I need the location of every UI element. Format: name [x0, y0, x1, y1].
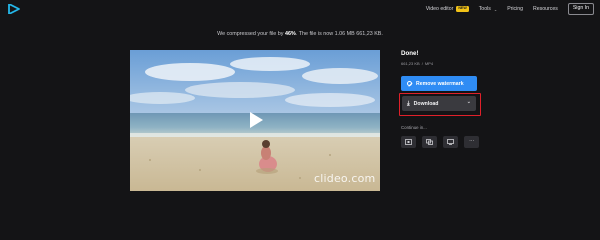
continue-tools: ··· [401, 136, 479, 148]
remove-watermark-label: Remove watermark [416, 80, 464, 87]
nav-tools-label: Tools [478, 6, 491, 12]
result-panel: Done! 661,23 KB / MP4 Remove watermark ⤓… [399, 50, 481, 148]
play-icon[interactable] [248, 112, 264, 128]
more-tools-button[interactable]: ··· [464, 136, 479, 148]
logo-icon[interactable] [8, 4, 20, 14]
new-badge: NEW [456, 6, 469, 12]
file-format: MP4 [424, 61, 434, 66]
nav-pricing[interactable]: Pricing [507, 6, 523, 12]
nav-video-editor-label: Video editor [425, 6, 454, 12]
download-icon: ⤓ [407, 100, 410, 107]
more-icon: ··· [468, 138, 475, 144]
nav-resources-label: Resources [533, 6, 558, 12]
nav-pricing-label: Pricing [507, 6, 524, 12]
screen-icon [447, 139, 454, 145]
edit-tool-button[interactable] [401, 136, 416, 148]
nav-tools[interactable]: Tools ⌄ [479, 6, 497, 12]
meta-separator: / [421, 61, 423, 66]
compression-message: We compressed your file by 46%. The file… [0, 31, 600, 37]
continue-label: Continue in... [401, 125, 427, 130]
file-size: 661,23 KB [401, 61, 420, 66]
nav-resources[interactable]: Resources [533, 6, 558, 12]
remove-watermark-button[interactable]: Remove watermark [401, 76, 477, 91]
file-meta: 661,23 KB / MP4 [401, 61, 481, 66]
chevron-down-icon: ⌄ [493, 6, 498, 12]
no-watermark-icon [407, 81, 412, 86]
video-preview[interactable]: clideo.com [130, 50, 380, 191]
copy-icon [426, 139, 433, 145]
done-title: Done! [401, 50, 419, 57]
compression-suffix: . The file is now 1.06 MB 661,23 KB. [295, 31, 383, 37]
download-label: Download [413, 100, 439, 107]
chevron-down-icon[interactable]: ⌄ [467, 99, 471, 105]
nav-video-editor[interactable]: Video editor NEW [426, 6, 469, 12]
edit-icon [405, 139, 412, 145]
download-highlight-frame: ⤓ Download ⌄ [399, 93, 481, 116]
download-button[interactable]: ⤓ Download ⌄ [402, 96, 476, 111]
sign-in-button[interactable]: Sign In [567, 3, 594, 15]
top-nav: Video editor NEW Tools ⌄ Pricing Resourc… [426, 2, 594, 16]
watermark-text: clideo.com [314, 172, 376, 185]
screen-tool-button[interactable] [443, 136, 458, 148]
copy-tool-button[interactable] [422, 136, 437, 148]
compression-percent: 46% [285, 31, 296, 37]
top-bar: Video editor NEW Tools ⌄ Pricing Resourc… [0, 0, 600, 18]
compression-prefix: We compressed your file by [217, 31, 284, 37]
